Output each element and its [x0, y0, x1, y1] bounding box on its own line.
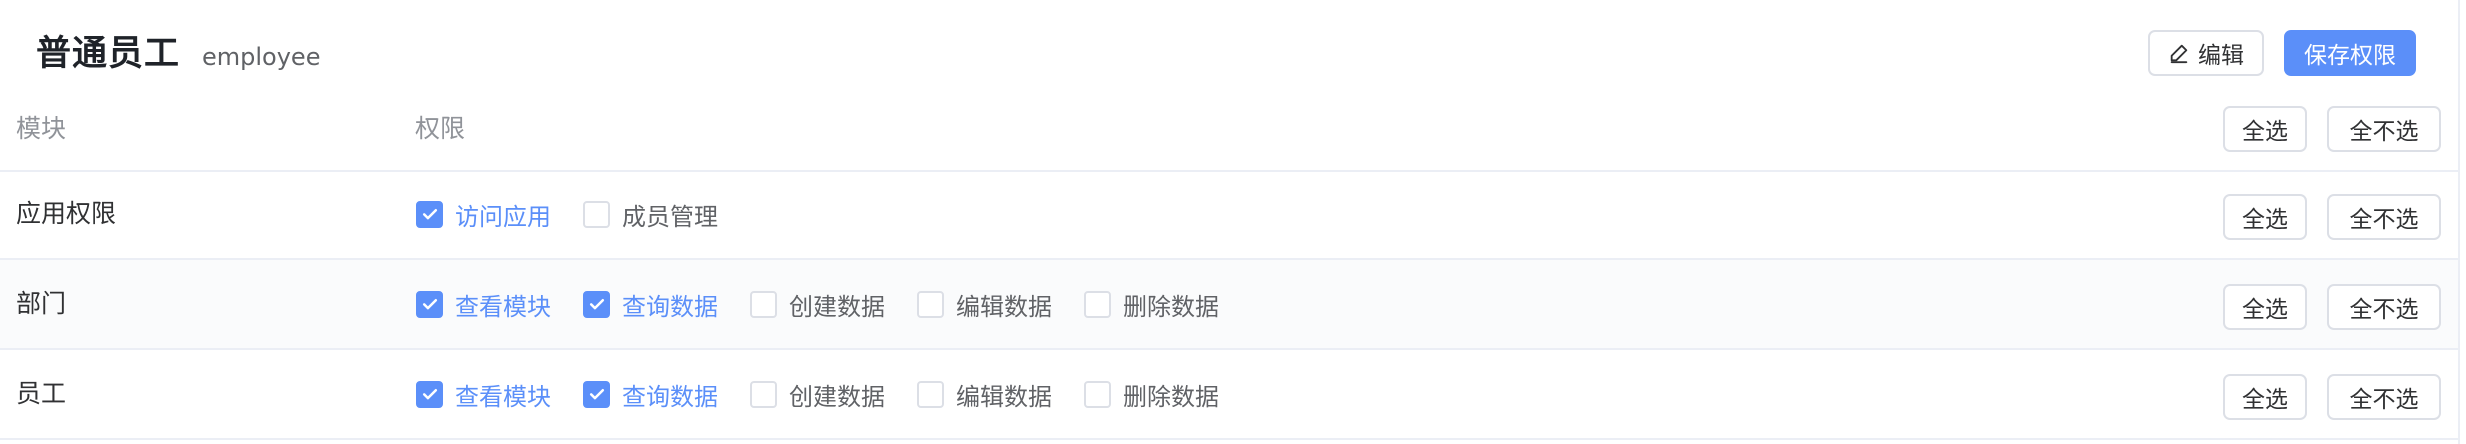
check-icon [589, 299, 604, 310]
permission-label: 查询数据 [622, 382, 718, 411]
permission-panel: 普通员工 employee 编辑 保存权限 模块 权限 全选 全不选 应用权限 访… [0, 0, 2466, 444]
table-header: 模块 权限 全选 全不选 [0, 100, 2458, 172]
panel-divider [2458, 0, 2460, 444]
permission-label: 创建数据 [789, 382, 885, 411]
edit-button[interactable]: 编辑 [2148, 30, 2264, 76]
permission-list: 访问应用 成员管理 [416, 170, 750, 258]
table-row: 应用权限 访问应用 成员管理 全选 全不选 [0, 170, 2458, 260]
check-icon [422, 299, 437, 310]
row-select-all-button[interactable]: 全选 [2223, 194, 2307, 240]
checkbox-box[interactable] [416, 290, 443, 318]
checkbox-box[interactable] [750, 290, 777, 318]
permission-checkbox[interactable]: 查询数据 [583, 377, 718, 412]
permission-list: 查看模块 查询数据 创建数据 编辑数据 删除数据 [416, 260, 1251, 348]
table-row: 员工 查看模块 查询数据 创建数据 编辑数据 删除数据 全选 全不选 [0, 350, 2458, 440]
checkbox-box[interactable] [917, 290, 944, 318]
permission-label: 查看模块 [455, 292, 551, 321]
checkbox-box[interactable] [1084, 380, 1111, 408]
permission-label: 删除数据 [1123, 292, 1219, 321]
permission-label: 查询数据 [622, 292, 718, 321]
checkbox-box[interactable] [416, 380, 443, 408]
save-permissions-button[interactable]: 保存权限 [2284, 30, 2416, 76]
checkbox-box[interactable] [416, 200, 443, 228]
unselect-all-button[interactable]: 全不选 [2327, 106, 2441, 152]
permission-label: 成员管理 [622, 202, 718, 231]
permission-label: 编辑数据 [956, 292, 1052, 321]
check-icon [422, 389, 437, 400]
row-unselect-all-button[interactable]: 全不选 [2327, 194, 2441, 240]
permission-checkbox[interactable]: 编辑数据 [917, 287, 1052, 322]
permission-label: 访问应用 [455, 202, 551, 231]
row-select-all-button[interactable]: 全选 [2223, 284, 2307, 330]
checkbox-box[interactable] [1084, 290, 1111, 318]
select-all-button[interactable]: 全选 [2223, 106, 2307, 152]
checkbox-box[interactable] [583, 200, 610, 228]
edit-button-label: 编辑 [2198, 43, 2244, 69]
permission-list: 查看模块 查询数据 创建数据 编辑数据 删除数据 [416, 350, 1251, 438]
permission-label: 编辑数据 [956, 382, 1052, 411]
checkbox-box[interactable] [583, 290, 610, 318]
check-icon [422, 209, 437, 220]
pencil-icon [2170, 44, 2188, 64]
module-name: 应用权限 [16, 199, 117, 228]
permission-checkbox[interactable]: 编辑数据 [917, 377, 1052, 412]
permission-checkbox[interactable]: 查看模块 [416, 287, 551, 322]
column-header-permission: 权限 [415, 114, 466, 143]
permission-checkbox[interactable]: 创建数据 [750, 287, 885, 322]
table-row: 部门 查看模块 查询数据 创建数据 编辑数据 删除数据 全选 全不选 [0, 260, 2458, 350]
permission-label: 查看模块 [455, 382, 551, 411]
permission-checkbox[interactable]: 创建数据 [750, 377, 885, 412]
column-header-module: 模块 [16, 114, 67, 143]
permission-checkbox[interactable]: 访问应用 [416, 197, 551, 232]
check-icon [589, 389, 604, 400]
row-select-all-button[interactable]: 全选 [2223, 374, 2307, 420]
role-name: 普通员工 [36, 34, 181, 74]
checkbox-box[interactable] [917, 380, 944, 408]
row-unselect-all-button[interactable]: 全不选 [2327, 374, 2441, 420]
module-name: 部门 [16, 289, 67, 318]
role-code: employee [202, 43, 321, 71]
permission-label: 创建数据 [789, 292, 885, 321]
checkbox-box[interactable] [750, 380, 777, 408]
permission-label: 删除数据 [1123, 382, 1219, 411]
permission-checkbox[interactable]: 查看模块 [416, 377, 551, 412]
module-name: 员工 [16, 379, 67, 408]
permission-checkbox[interactable]: 成员管理 [583, 197, 718, 232]
permission-checkbox[interactable]: 删除数据 [1084, 377, 1219, 412]
checkbox-box[interactable] [583, 380, 610, 408]
permission-checkbox[interactable]: 删除数据 [1084, 287, 1219, 322]
permission-checkbox[interactable]: 查询数据 [583, 287, 718, 322]
panel-header: 普通员工 employee 编辑 保存权限 [0, 0, 2458, 100]
row-unselect-all-button[interactable]: 全不选 [2327, 284, 2441, 330]
